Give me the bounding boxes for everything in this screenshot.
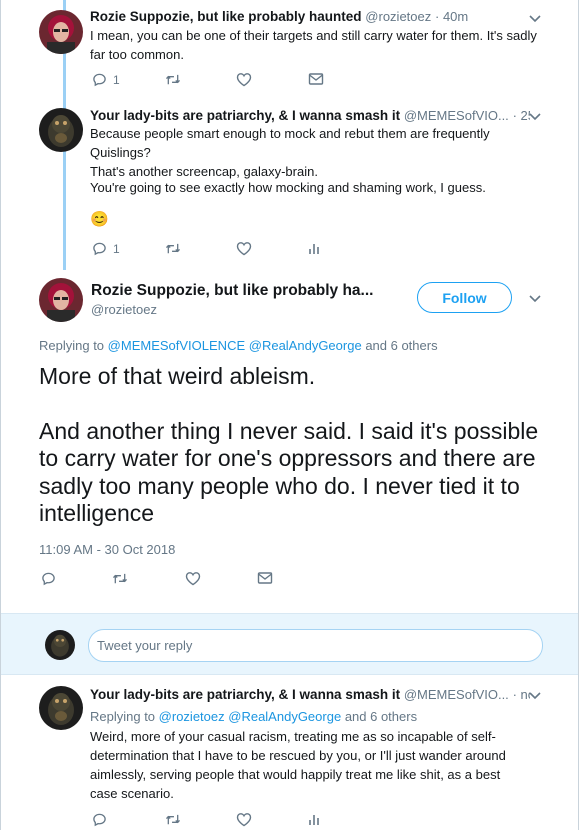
heart-icon [236,242,252,256]
mention-link[interactable]: @RealAndyGeorge [249,338,362,353]
analytics-icon [309,815,319,825]
retweet-action[interactable] [164,812,182,827]
tweet-timestamp[interactable]: 11:09 AM - 30 Oct 2018 [39,542,175,557]
timeline-frame: Rozie Suppozie, but like probably haunte… [0,0,579,830]
reply-count: 1 [113,241,120,256]
message-action[interactable] [257,571,273,585]
reply-icon [93,242,106,256]
envelope-icon [308,73,324,85]
author-name[interactable]: Your lady-bits are patriarchy, & I wanna… [90,687,400,702]
retweet-icon [165,74,181,85]
tweet-text-line-1: Because people smart enough to mock and … [90,126,490,160]
mention-link[interactable]: @rozietoez [159,709,225,724]
analytics-icon [309,244,319,254]
reply-action[interactable] [41,571,56,586]
reply-action[interactable]: 1 [92,72,120,87]
retweet-icon [112,573,128,584]
tweet-actions: 1 [92,72,392,92]
replying-to: Replying to @MEMESofVIOLENCE @RealAndyGe… [39,338,438,353]
author-name[interactable]: Your lady-bits are patriarchy, & I wanna… [90,108,400,123]
reply-count: 1 [113,72,120,87]
analytics-action[interactable] [308,241,320,255]
reply-composer: Tweet your reply [1,613,578,675]
tweet-time[interactable]: · 40m [435,9,468,24]
tweet-header: Your lady-bits are patriarchy, & I wanna… [90,687,530,702]
author-handle[interactable]: @rozietoez [91,302,157,317]
author-handle[interactable]: @MEMESofVIO... [404,108,509,123]
replying-suffix[interactable]: and 6 others [365,338,437,353]
follow-button[interactable]: Follow [417,282,512,313]
retweet-icon [165,814,181,825]
avatar-current-user [45,630,75,660]
avatar-rozie[interactable] [39,10,83,54]
heart-icon [185,572,201,586]
reply-icon [93,73,106,87]
main-paragraph-2: And another thing I never said. I said i… [39,417,539,527]
tweet-header: Rozie Suppozie, but like probably haunte… [90,9,530,24]
like-action[interactable] [236,72,252,87]
avatar-memes[interactable] [39,686,83,730]
retweet-icon [165,243,181,254]
author-name[interactable]: Rozie Suppozie, but like probably haunte… [90,9,362,24]
reply-icon [42,572,55,586]
retweet-action[interactable] [164,72,182,87]
like-action[interactable] [236,812,252,827]
message-action[interactable] [308,72,324,86]
tweet-text-line-3: You're going to see exactly how mocking … [90,180,486,195]
tweet-header: Your lady-bits are patriarchy, & I wanna… [90,108,530,123]
retweet-action[interactable] [164,241,182,256]
envelope-icon [257,572,273,584]
replying-to: Replying to @rozietoez @RealAndyGeorge a… [90,709,417,724]
reply-icon [93,813,106,827]
retweet-action[interactable] [111,571,129,586]
heart-icon [236,73,252,87]
main-paragraph-1: More of that weird ableism. [39,363,316,389]
chevron-down-icon[interactable] [528,110,542,124]
analytics-action[interactable] [308,812,320,826]
like-action[interactable] [185,571,201,586]
author-handle[interactable]: @MEMESofVIO... [404,687,509,702]
tweet-rozie-1[interactable]: Rozie Suppozie, but like probably haunte… [1,0,578,100]
tweet-text: I mean, you can be one of their targets … [90,28,537,62]
author-name[interactable]: Rozie Suppozie, but like probably ha... [91,282,401,300]
replying-prefix: Replying to [39,338,105,353]
mention-link[interactable]: @MEMESofVIOLENCE [108,338,245,353]
chevron-down-icon[interactable] [528,689,542,703]
replying-suffix[interactable]: and 6 others [345,709,417,724]
mention-link[interactable]: @RealAndyGeorge [228,709,341,724]
replying-prefix: Replying to [90,709,156,724]
main-tweet-actions [41,571,341,591]
chevron-down-icon[interactable] [528,12,542,26]
reply-input[interactable]: Tweet your reply [88,629,543,662]
chevron-down-icon[interactable] [528,292,542,306]
tweet-actions: 1 [92,241,392,261]
main-tweet-text: More of that weird ableism. And another … [39,363,549,528]
reply-action[interactable]: 1 [92,241,120,256]
like-action[interactable] [236,241,252,256]
avatar-rozie[interactable] [39,278,83,322]
reply-action[interactable] [92,812,107,827]
heart-icon [236,813,252,827]
tweet-text: Weird, more of your casual racism, treat… [90,729,506,801]
tweet-memes-2[interactable]: Your lady-bits are patriarchy, & I wanna… [1,676,578,830]
smile-emoji-icon: 😊 [90,211,109,228]
avatar-memes[interactable] [39,108,83,152]
author-handle[interactable]: @rozietoez [365,9,431,24]
tweet-memes-1[interactable]: Your lady-bits are patriarchy, & I wanna… [1,100,578,270]
tweet-actions [92,812,392,830]
